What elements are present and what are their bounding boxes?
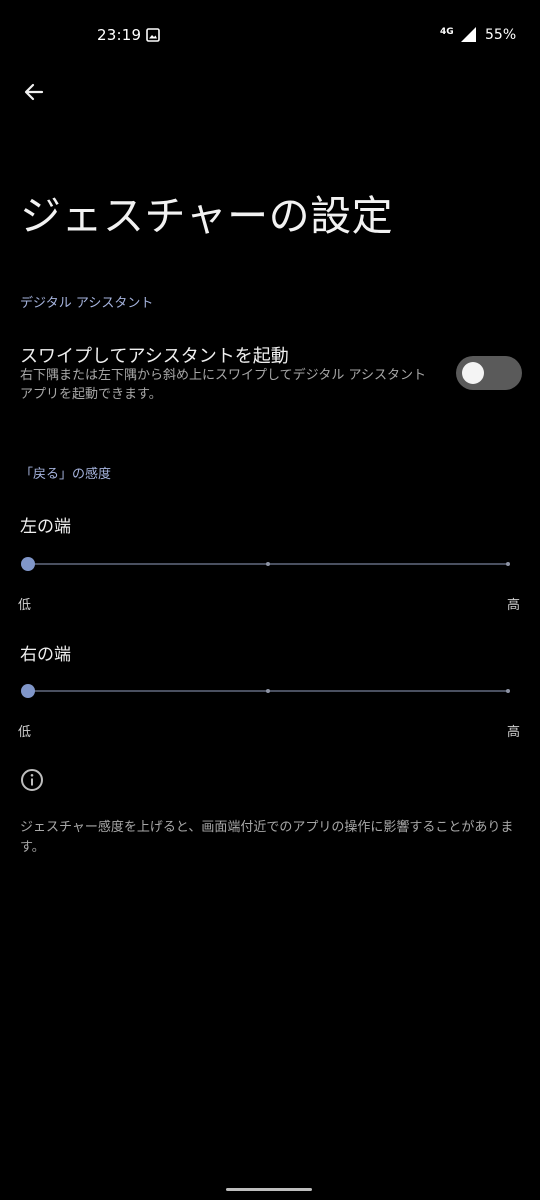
network-type: 4G xyxy=(440,27,454,37)
info-icon xyxy=(21,769,43,791)
gallery-icon xyxy=(146,28,160,42)
left-edge-slider[interactable] xyxy=(20,554,520,574)
section-header-back-sensitivity: 「戻る」の感度 xyxy=(20,467,112,482)
right-edge-low-label: 低 xyxy=(18,725,32,740)
page-title: ジェスチャーの設定 xyxy=(20,192,394,240)
swipe-assistant-summary: 右下隅または左下隅から斜め上にスワイプしてデジタル アシスタント アプリを起動で… xyxy=(20,368,426,402)
slider-tick xyxy=(266,689,270,693)
left-edge-label: 左の端 xyxy=(20,517,71,537)
slider-tick xyxy=(506,562,510,566)
toggle-thumb xyxy=(462,362,484,384)
left-edge-high-label: 高 xyxy=(507,598,521,613)
right-edge-label: 右の端 xyxy=(20,645,71,665)
gesture-nav-handle[interactable] xyxy=(226,1188,312,1191)
signal-icon xyxy=(461,27,476,42)
status-bar: 23:19 4G 55% xyxy=(0,0,540,72)
slider-thumb[interactable] xyxy=(21,557,35,571)
status-time: 23:19 xyxy=(97,26,142,44)
slider-thumb[interactable] xyxy=(21,684,35,698)
section-header-digital-assistant: デジタル アシスタント xyxy=(20,296,154,311)
battery-percent: 55% xyxy=(485,27,517,43)
swipe-assistant-title: スワイプしてアシスタントを起動 xyxy=(20,346,289,367)
left-edge-low-label: 低 xyxy=(18,598,32,613)
arrow-left-icon xyxy=(24,83,44,101)
footer-note: ジェスチャー感度を上げると、画面端付近でのアプリの操作に影響することがあります。 xyxy=(20,820,514,855)
right-edge-high-label: 高 xyxy=(507,725,521,740)
right-edge-slider[interactable] xyxy=(20,681,520,701)
slider-tick xyxy=(506,689,510,693)
slider-tick xyxy=(266,562,270,566)
back-button[interactable] xyxy=(14,72,54,112)
swipe-assistant-toggle[interactable] xyxy=(456,356,522,390)
